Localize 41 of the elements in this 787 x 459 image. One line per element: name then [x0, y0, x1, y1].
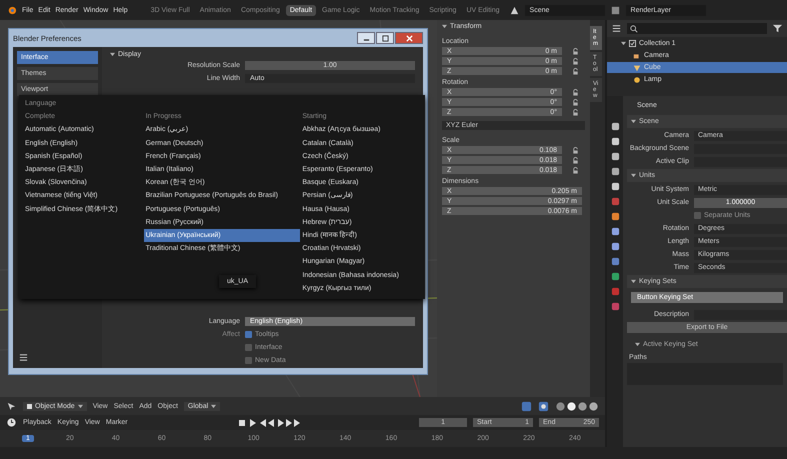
caret-icon	[635, 342, 640, 347]
bulb-icon	[633, 76, 641, 84]
lock-icon[interactable]	[572, 68, 579, 74]
checkbox[interactable]	[245, 344, 252, 351]
search-icon	[630, 24, 638, 32]
display-mode-icon[interactable]	[611, 23, 622, 34]
caret-icon	[78, 404, 83, 408]
close-button[interactable]	[395, 32, 423, 44]
checkbox[interactable]	[694, 212, 701, 219]
caret-icon	[631, 279, 636, 284]
lock-icon[interactable]	[572, 146, 579, 154]
lock-icon[interactable]	[572, 98, 579, 106]
cursor-icon[interactable]	[6, 400, 17, 412]
overlay-icon[interactable]	[538, 400, 549, 412]
lock-icon[interactable]	[572, 88, 579, 96]
blender-logo-icon[interactable]	[6, 4, 17, 16]
checkbox[interactable]	[245, 331, 252, 338]
close-icon	[406, 34, 412, 42]
lock-icon[interactable]	[572, 156, 579, 164]
caret-icon	[211, 404, 216, 408]
clock-icon[interactable]	[6, 417, 17, 428]
triangle-icon	[633, 64, 641, 72]
maximize-icon	[382, 34, 388, 42]
camera-icon	[633, 52, 641, 60]
shading-icon[interactable]	[555, 400, 599, 412]
lock-icon[interactable]	[572, 108, 579, 116]
caret-icon	[110, 52, 115, 57]
checkbox-icon	[629, 40, 636, 47]
menu-icon[interactable]	[19, 353, 28, 362]
caret-icon	[621, 41, 626, 46]
lock-icon[interactable]	[572, 48, 579, 54]
checkbox[interactable]	[245, 357, 252, 364]
lock-icon[interactable]	[572, 58, 579, 64]
search-field[interactable]	[627, 23, 767, 34]
caret-icon	[442, 24, 447, 29]
filter-icon[interactable]	[772, 23, 783, 34]
maximize-button[interactable]	[376, 32, 394, 44]
lock-icon[interactable]	[572, 166, 579, 174]
minimize-button[interactable]	[357, 32, 375, 44]
caret-icon	[631, 173, 636, 178]
caret-icon	[631, 119, 636, 124]
